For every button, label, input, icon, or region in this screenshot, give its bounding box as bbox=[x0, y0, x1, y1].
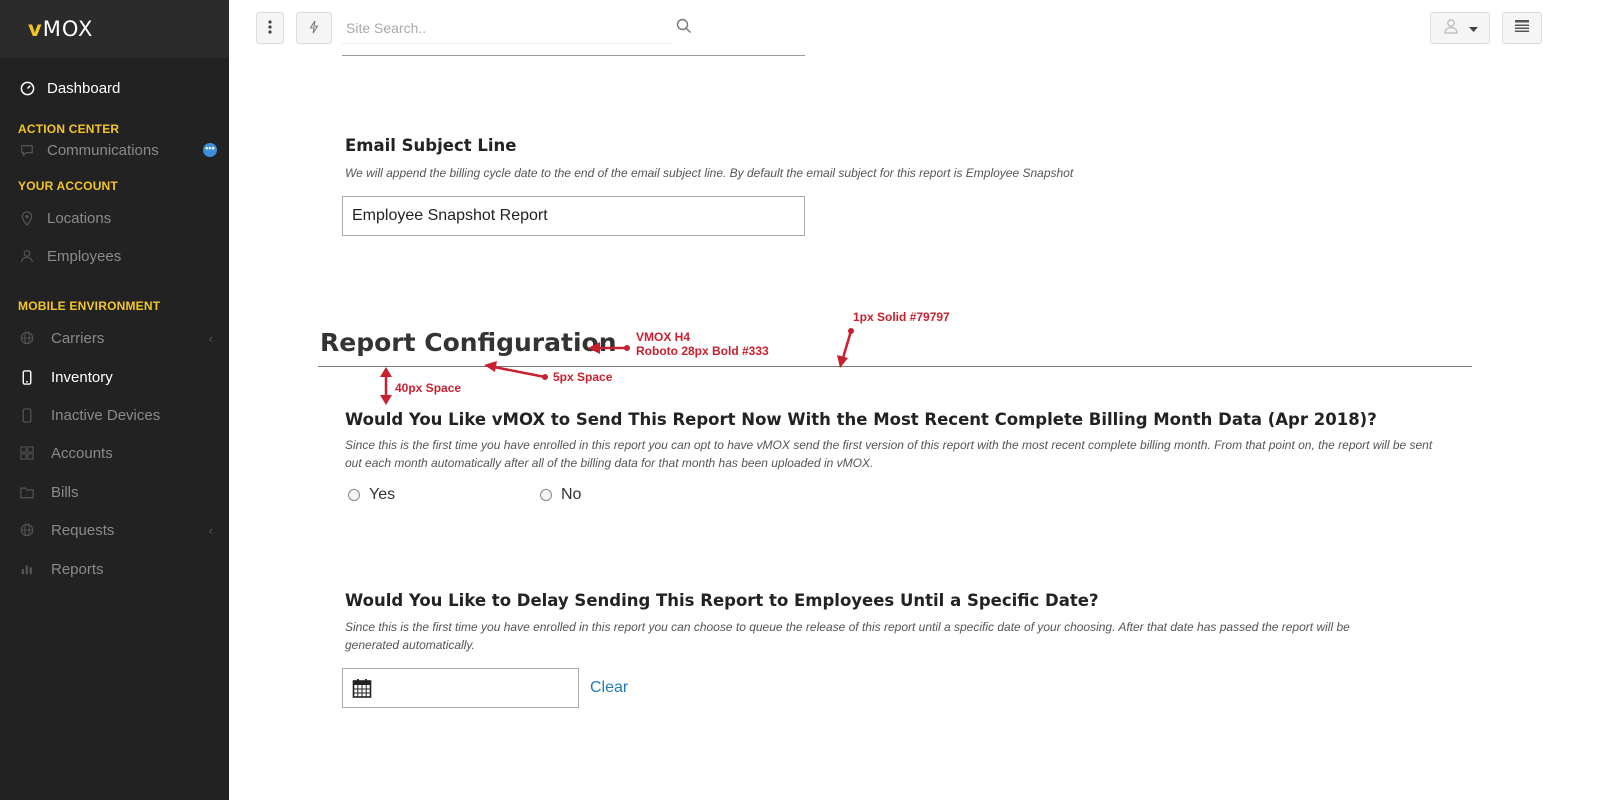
delay-question: Would You Like to Delay Sending This Rep… bbox=[345, 591, 1099, 610]
sidebar-item-communications[interactable]: Communications ••• bbox=[0, 135, 229, 165]
clear-date-link[interactable]: Clear bbox=[590, 679, 628, 697]
sidebar-item-employees[interactable]: Employees bbox=[0, 241, 229, 271]
email-subject-help: We will append the billing cycle date to… bbox=[345, 166, 1074, 180]
sidebar-item-dashboard[interactable]: Dashboard bbox=[0, 73, 229, 103]
sidebar-item-reports[interactable]: Reports bbox=[0, 554, 229, 584]
send-now-yes-radio[interactable]: Yes bbox=[348, 486, 395, 504]
email-subject-title: Email Subject Line bbox=[345, 136, 517, 155]
sidebar-item-inventory[interactable]: Inventory bbox=[0, 362, 229, 392]
delay-date-input[interactable] bbox=[342, 668, 579, 708]
communications-badge: ••• bbox=[203, 143, 217, 157]
brand-bar: vMOX bbox=[0, 0, 229, 58]
sidebar-item-requests[interactable]: Requests ‹ bbox=[0, 515, 229, 545]
dashboard-icon bbox=[19, 80, 35, 96]
folder-icon bbox=[19, 484, 35, 500]
quick-actions-button[interactable] bbox=[296, 12, 332, 44]
annotation-arrows bbox=[380, 328, 854, 405]
more-options-button[interactable] bbox=[256, 12, 284, 44]
panel-toggle-button[interactable] bbox=[1502, 12, 1542, 44]
calendar-icon[interactable] bbox=[352, 678, 374, 700]
heading-rule bbox=[318, 366, 1472, 367]
phone-inactive-icon bbox=[19, 407, 35, 423]
annotation-40px: 40px Space bbox=[395, 381, 462, 395]
email-subject-input[interactable] bbox=[342, 196, 805, 236]
send-now-help-2: out each month automatically after all o… bbox=[345, 456, 874, 470]
site-search bbox=[342, 12, 702, 44]
annotation-h4: VMOX H4 Roboto 28px Bold #333 bbox=[636, 330, 769, 358]
vertical-dots-icon bbox=[268, 19, 272, 37]
phone-icon bbox=[19, 369, 35, 385]
search-icon[interactable] bbox=[676, 18, 694, 36]
globe-icon bbox=[19, 330, 35, 346]
user-icon bbox=[19, 248, 35, 264]
user-avatar-icon bbox=[1443, 18, 1459, 39]
annotation-rule: 1px Solid #79797 bbox=[853, 310, 950, 324]
divider bbox=[342, 55, 805, 56]
user-menu-button[interactable] bbox=[1430, 12, 1490, 44]
send-now-no-radio[interactable]: No bbox=[540, 486, 581, 504]
send-now-question: Would You Like vMOX to Send This Report … bbox=[345, 410, 1377, 429]
delay-help-2: generated automatically. bbox=[345, 638, 475, 652]
search-input[interactable] bbox=[342, 12, 672, 44]
radio-circle[interactable] bbox=[540, 489, 552, 501]
radio-circle[interactable] bbox=[348, 489, 360, 501]
delay-help-1: Since this is the first time you have en… bbox=[345, 620, 1350, 634]
annotation-5px: 5px Space bbox=[553, 370, 613, 384]
chat-bubble-icon bbox=[19, 142, 35, 158]
caret-down-icon bbox=[1468, 19, 1478, 37]
sidebar-item-locations[interactable]: Locations bbox=[0, 203, 229, 233]
section-mobile-environment: MOBILE ENVIRONMENT bbox=[18, 299, 161, 313]
chevron-left-icon: ‹ bbox=[208, 330, 213, 346]
grid-icon bbox=[19, 445, 35, 461]
vmox-logo[interactable]: vMOX bbox=[28, 17, 93, 41]
sidebar-item-bills[interactable]: Bills bbox=[0, 477, 229, 507]
bar-chart-icon bbox=[19, 561, 35, 577]
sidebar-item-accounts[interactable]: Accounts bbox=[0, 438, 229, 468]
sidebar-item-carriers[interactable]: Carriers ‹ bbox=[0, 323, 229, 353]
section-your-account: YOUR ACCOUNT bbox=[18, 179, 118, 193]
list-menu-icon bbox=[1515, 19, 1529, 37]
chevron-left-icon: ‹ bbox=[208, 522, 213, 538]
map-pin-icon bbox=[19, 210, 35, 226]
globe-request-icon bbox=[19, 522, 35, 538]
sidebar-item-inactive-devices[interactable]: Inactive Devices bbox=[0, 400, 229, 430]
report-config-heading: Report Configuration bbox=[320, 328, 617, 357]
send-now-help-1: Since this is the first time you have en… bbox=[345, 438, 1433, 452]
section-action-center: ACTION CENTER bbox=[18, 122, 120, 136]
lightning-icon bbox=[309, 20, 319, 37]
sidebar: vMOX Dashboard ACTION CENTER Communicati… bbox=[0, 0, 229, 800]
